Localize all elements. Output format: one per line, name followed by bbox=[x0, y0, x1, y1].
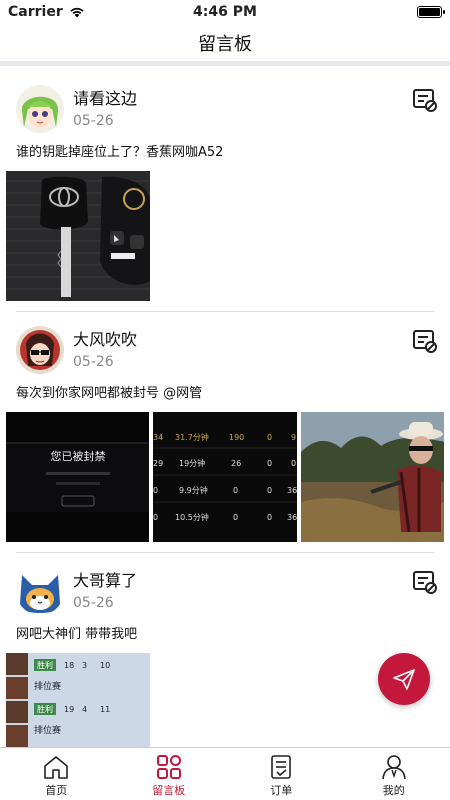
status-bar: Carrier 4:46 PM bbox=[0, 0, 450, 24]
report-icon[interactable] bbox=[412, 87, 438, 113]
post-username[interactable]: 请看这边 bbox=[73, 85, 137, 109]
post-date: 05-26 bbox=[73, 113, 114, 129]
new-post-button[interactable] bbox=[378, 653, 430, 705]
stat-cell: 0 bbox=[267, 513, 272, 522]
report-icon[interactable] bbox=[412, 569, 438, 595]
nav-bar: 留言板 bbox=[0, 24, 450, 66]
stat-cell: 31.7分钟 bbox=[175, 432, 209, 442]
stat-cell: 0 bbox=[267, 433, 272, 442]
post-text: 网吧大神们 带带我吧 bbox=[16, 627, 138, 642]
tab-label: 首页 bbox=[45, 784, 68, 797]
post-date: 05-26 bbox=[73, 595, 114, 611]
post-text: 谁的钥匙掉座位上了？香蕉网咖A52 bbox=[16, 145, 224, 160]
stat-cell: 26 bbox=[231, 459, 241, 468]
stat-cell: 10.5分钟 bbox=[175, 512, 209, 522]
banned-text: 您已被封禁 bbox=[51, 449, 106, 463]
game-stat: 19 bbox=[64, 705, 74, 714]
game-stats-photo[interactable]: 34 31.7分钟 190 0 9 29 19分钟 26 0 0 0 9.9分钟 bbox=[153, 412, 297, 542]
stat-cell: 0 bbox=[233, 513, 238, 522]
tab-board[interactable]: 留言板 bbox=[113, 748, 226, 800]
avatar[interactable] bbox=[16, 326, 64, 374]
game-stat: 4 bbox=[82, 705, 87, 714]
game-stat: 11 bbox=[100, 705, 110, 714]
send-icon bbox=[393, 669, 415, 690]
post-username[interactable]: 大风吹吹 bbox=[73, 326, 137, 350]
report-icon[interactable] bbox=[412, 328, 438, 354]
tab-label: 留言板 bbox=[152, 784, 186, 797]
game-stat: 18 bbox=[64, 661, 74, 670]
post-item[interactable]: 请看这边 05-26 谁的钥匙掉座位上了？香蕉网咖A52 bbox=[0, 71, 450, 312]
game-stat: 3 bbox=[82, 661, 87, 670]
stat-cell: 0 bbox=[153, 513, 158, 522]
win-badge: 胜利 bbox=[37, 704, 53, 714]
stat-cell: 0 bbox=[153, 486, 158, 495]
post-item[interactable]: 大风吹吹 05-26 每次到你家网吧都被封号 @网管 您已被封禁 34 31.7… bbox=[0, 312, 450, 553]
page-title: 留言板 bbox=[198, 33, 252, 55]
stat-cell: 36 bbox=[287, 486, 296, 495]
stat-cell: 190 bbox=[229, 433, 244, 442]
tab-label: 订单 bbox=[270, 784, 293, 797]
rank-label: 排位赛 bbox=[34, 680, 61, 692]
post-item[interactable]: 大哥算了 05-26 网吧大神们 带带我吧 胜利 18 3 10 排位赛 胜利 … bbox=[0, 553, 450, 747]
car-keys-photo[interactable] bbox=[6, 171, 150, 301]
post-text: 每次到你家网吧都被封号 @网管 bbox=[16, 386, 203, 401]
profile-icon bbox=[381, 755, 406, 780]
post-username[interactable]: 大哥算了 bbox=[73, 567, 137, 591]
stat-cell: 9 bbox=[291, 433, 296, 442]
avatar[interactable] bbox=[16, 85, 64, 133]
game-character-photo[interactable] bbox=[300, 412, 444, 542]
game-ranking-photo[interactable]: 胜利 18 3 10 排位赛 胜利 19 4 11 排位赛 bbox=[6, 653, 150, 747]
stat-cell: 0 bbox=[267, 486, 272, 495]
tab-order[interactable]: 订单 bbox=[225, 748, 338, 800]
stat-cell: 0 bbox=[267, 459, 272, 468]
board-icon bbox=[156, 755, 181, 779]
post-date: 05-26 bbox=[73, 354, 114, 370]
message-feed[interactable]: 请看这边 05-26 谁的钥匙掉座位上了？香蕉网咖A52 大风吹吹 05-26 … bbox=[0, 71, 450, 747]
clock: 4:46 PM bbox=[193, 4, 257, 20]
stat-cell: 19分钟 bbox=[179, 458, 205, 468]
stat-cell: 0 bbox=[291, 459, 296, 468]
stat-cell: 36 bbox=[287, 513, 296, 522]
stat-cell: 34 bbox=[153, 433, 163, 442]
game-stat: 10 bbox=[100, 661, 110, 670]
banned-screen-photo[interactable]: 您已被封禁 bbox=[6, 412, 150, 542]
tab-profile[interactable]: 我的 bbox=[338, 748, 450, 800]
stat-cell: 0 bbox=[233, 486, 238, 495]
home-icon bbox=[44, 756, 69, 779]
stat-cell: 9.9分钟 bbox=[179, 485, 208, 495]
battery-icon bbox=[417, 6, 445, 18]
tab-bar: 首页 留言板 订单 我的 bbox=[0, 747, 450, 800]
tab-home[interactable]: 首页 bbox=[0, 748, 113, 800]
order-icon bbox=[271, 755, 292, 779]
win-badge: 胜利 bbox=[37, 660, 53, 670]
avatar[interactable] bbox=[16, 567, 64, 615]
tab-label: 我的 bbox=[382, 784, 405, 797]
rank-label: 排位赛 bbox=[34, 724, 61, 736]
stat-cell: 29 bbox=[153, 459, 163, 468]
